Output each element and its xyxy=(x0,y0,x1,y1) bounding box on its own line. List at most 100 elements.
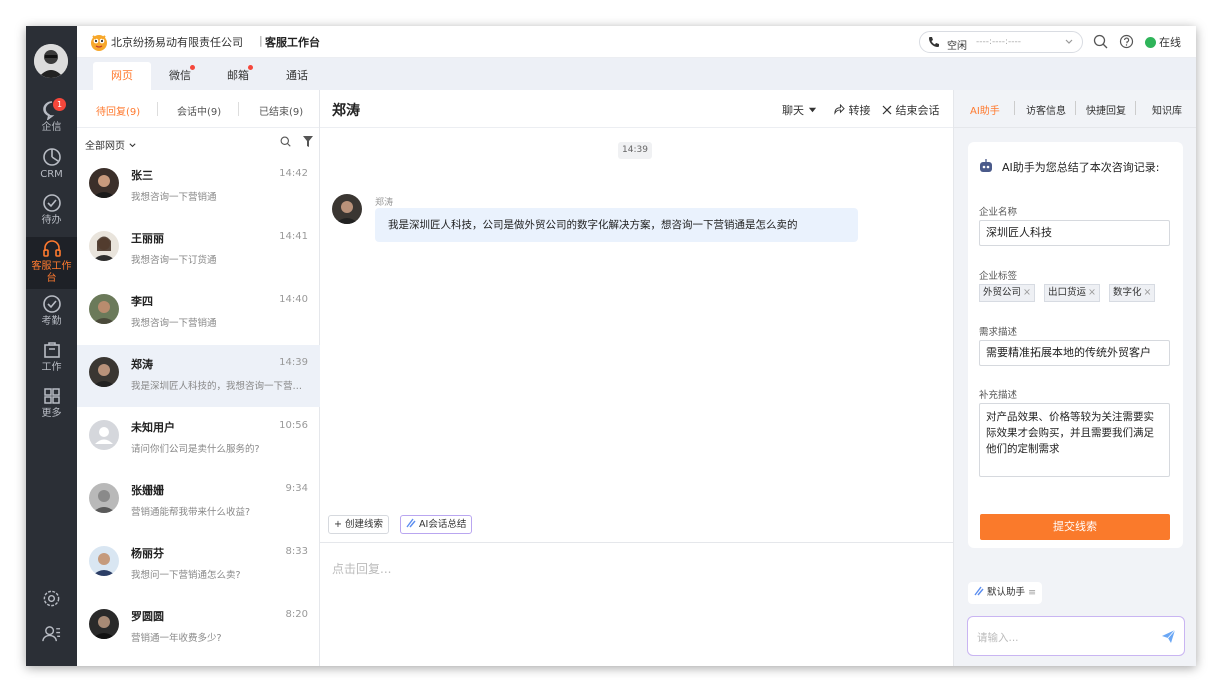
nav-item-service-workbench[interactable]: 客服工作台 xyxy=(26,237,77,289)
list-item[interactable]: 罗圆圆 8:20 营销通一年收费多少? xyxy=(77,597,320,659)
transfer-button[interactable]: 转接 xyxy=(834,102,871,118)
chevron-down-icon xyxy=(1064,36,1074,49)
settings-icon[interactable] xyxy=(42,589,61,612)
channel-tabs: 网页 微信 邮箱 通话 xyxy=(77,58,1196,90)
create-lead-button[interactable]: + 创建线索 xyxy=(328,515,390,534)
reply-placeholder: 点击回复... xyxy=(332,562,392,576)
extra-label: 补充描述 xyxy=(979,390,1018,401)
avatar xyxy=(89,483,119,513)
message-preview: 我想咨询一下营销通 xyxy=(131,192,217,203)
close-icon[interactable]: × xyxy=(1144,287,1152,298)
end-session-button[interactable]: 结束会话 xyxy=(882,102,940,118)
extra-textarea[interactable]: 对产品效果、价格等较为关注需要实际效果才会购买，并且需要我们满足他们的定制需求 xyxy=(979,403,1170,477)
workbench-title: 客服工作台 xyxy=(265,36,320,49)
online-status[interactable]: 在线 xyxy=(1145,34,1181,50)
contacts-icon[interactable] xyxy=(42,624,61,647)
tab-in-session[interactable]: 会话中(9) xyxy=(177,103,221,118)
message-preview: 请问你们公司是卖什么服务的? xyxy=(131,444,260,455)
list-item[interactable]: 张三 14:42 我想咨询一下营销通 xyxy=(77,156,320,218)
nav-label: 更多 xyxy=(41,408,62,419)
tab-call[interactable]: 通话 xyxy=(268,62,326,90)
nav-item-todo[interactable]: 待办 xyxy=(26,193,77,237)
list-item[interactable]: 李四 14:40 我想咨询一下营销通 xyxy=(77,282,320,344)
close-icon[interactable]: × xyxy=(1023,287,1031,298)
grid-icon xyxy=(43,388,60,404)
filter-select[interactable]: 全部网页 xyxy=(85,137,137,152)
nav-item-work[interactable]: 工作 xyxy=(26,340,77,384)
left-nav: 1 企信 CRM 待办 客服工作台 考勤 工作 更多 xyxy=(26,26,77,666)
tab-visitor-info[interactable]: 访客信息 xyxy=(1026,102,1066,117)
tab-ended[interactable]: 已结束(9) xyxy=(259,103,303,118)
nav-item-crm[interactable]: CRM xyxy=(26,147,77,191)
tag-chip[interactable]: 出口货运 × xyxy=(1044,284,1100,302)
contact-name: 张姗姗 xyxy=(131,484,164,497)
tab-ai-assistant[interactable]: AI助手 xyxy=(970,102,1000,117)
check-circle-icon xyxy=(42,194,61,212)
divider xyxy=(238,102,239,116)
tab-email[interactable]: 邮箱 xyxy=(209,62,267,90)
ai-input-placeholder: 请输入... xyxy=(977,632,1019,644)
message-time: 8:20 xyxy=(285,609,308,620)
message-time: 14:42 xyxy=(279,168,308,179)
nav-item-more[interactable]: 更多 xyxy=(26,386,77,430)
avatar xyxy=(332,194,362,224)
filter-label: 全部网页 xyxy=(85,141,125,152)
contact-name: 郑涛 xyxy=(131,358,153,371)
transfer-label: 转接 xyxy=(848,104,871,117)
ai-chat-input[interactable]: 请输入... xyxy=(967,616,1185,656)
nav-item-qixin[interactable]: 1 企信 xyxy=(26,98,77,144)
avatar xyxy=(89,231,119,261)
close-icon xyxy=(882,105,892,115)
unread-badge: 1 xyxy=(53,98,66,111)
close-icon[interactable]: × xyxy=(1088,287,1096,298)
tab-quick-reply[interactable]: 快捷回复 xyxy=(1086,102,1126,117)
message-time: 8:33 xyxy=(285,546,308,557)
phone-status-select[interactable]: 空闲 ----:----:---- xyxy=(919,31,1083,53)
need-field[interactable]: 需要精准拓展本地的传统外贸客户 xyxy=(979,340,1170,366)
list-item[interactable]: 郑涛 14:39 我是深圳匠人科技的，我想咨询一下营销通 xyxy=(77,345,320,407)
reply-input[interactable]: 点击回复... xyxy=(320,542,953,666)
check-icon xyxy=(1145,37,1156,48)
search-icon[interactable] xyxy=(280,136,291,150)
tab-wechat[interactable]: 微信 xyxy=(151,62,209,90)
share-icon xyxy=(834,103,845,115)
list-item[interactable]: 王丽丽 14:41 我想咨询一下订货通 xyxy=(77,219,320,281)
chat-title: 郑涛 xyxy=(332,103,360,119)
tab-web[interactable]: 网页 xyxy=(93,62,151,90)
submit-lead-button[interactable]: 提交线索 xyxy=(980,514,1170,540)
ai-summary-button[interactable]: AI会话总结 xyxy=(400,515,473,534)
top-bar: 北京纷扬易动有限责任公司 | 客服工作台 空闲 ----:----:---- 在… xyxy=(77,26,1196,58)
nav-label: 企信 xyxy=(41,122,62,133)
conversation-list: 待回复(9) 会话中(9) 已结束(9) 全部网页 张三 14:42 我想咨询一… xyxy=(77,90,320,666)
avatar xyxy=(89,357,119,387)
phone-icon xyxy=(928,36,940,51)
chat-mode-select[interactable]: 聊天 xyxy=(782,102,817,118)
briefcase-icon xyxy=(43,342,60,358)
company-name: 北京纷扬易动有限责任公司 xyxy=(111,36,243,49)
tag-chip[interactable]: 外贸公司 × xyxy=(979,284,1035,302)
message-preview: 我想咨询一下营销通 xyxy=(131,318,217,329)
user-avatar[interactable] xyxy=(34,44,68,78)
filter-icon[interactable] xyxy=(303,136,313,150)
search-icon[interactable] xyxy=(1093,34,1108,53)
message-time: 9:34 xyxy=(285,483,308,494)
list-item[interactable]: 张姗姗 9:34 营销通能帮我带来什么收益? xyxy=(77,471,320,533)
divider xyxy=(1135,101,1136,115)
online-label: 在线 xyxy=(1159,36,1181,49)
nav-item-attendance[interactable]: 考勤 xyxy=(26,294,77,338)
wechat-unread-dot xyxy=(190,65,195,70)
assistant-select[interactable]: 默认助手 ≡ xyxy=(968,582,1043,604)
help-icon[interactable] xyxy=(1119,34,1134,53)
list-item[interactable]: 杨丽芬 8:33 我想问一下营销通怎么卖? xyxy=(77,534,320,596)
tab-pending[interactable]: 待回复(9) xyxy=(96,103,140,118)
message-preview: 我是深圳匠人科技的，我想咨询一下营销通 xyxy=(131,381,309,392)
email-unread-dot xyxy=(248,65,253,70)
tag-chip[interactable]: 数字化 × xyxy=(1109,284,1156,302)
company-name-field[interactable]: 深圳匠人科技 xyxy=(979,220,1170,246)
list-item[interactable]: 未知用户 10:56 请问你们公司是卖什么服务的? xyxy=(77,408,320,470)
contact-name: 罗圆圆 xyxy=(131,610,164,623)
tab-knowledge-base[interactable]: 知识库 xyxy=(1152,102,1182,117)
chat-header: 郑涛 聊天 转接 结束会话 xyxy=(320,90,953,128)
company-logo-icon xyxy=(89,32,109,52)
send-icon[interactable] xyxy=(1161,629,1176,648)
